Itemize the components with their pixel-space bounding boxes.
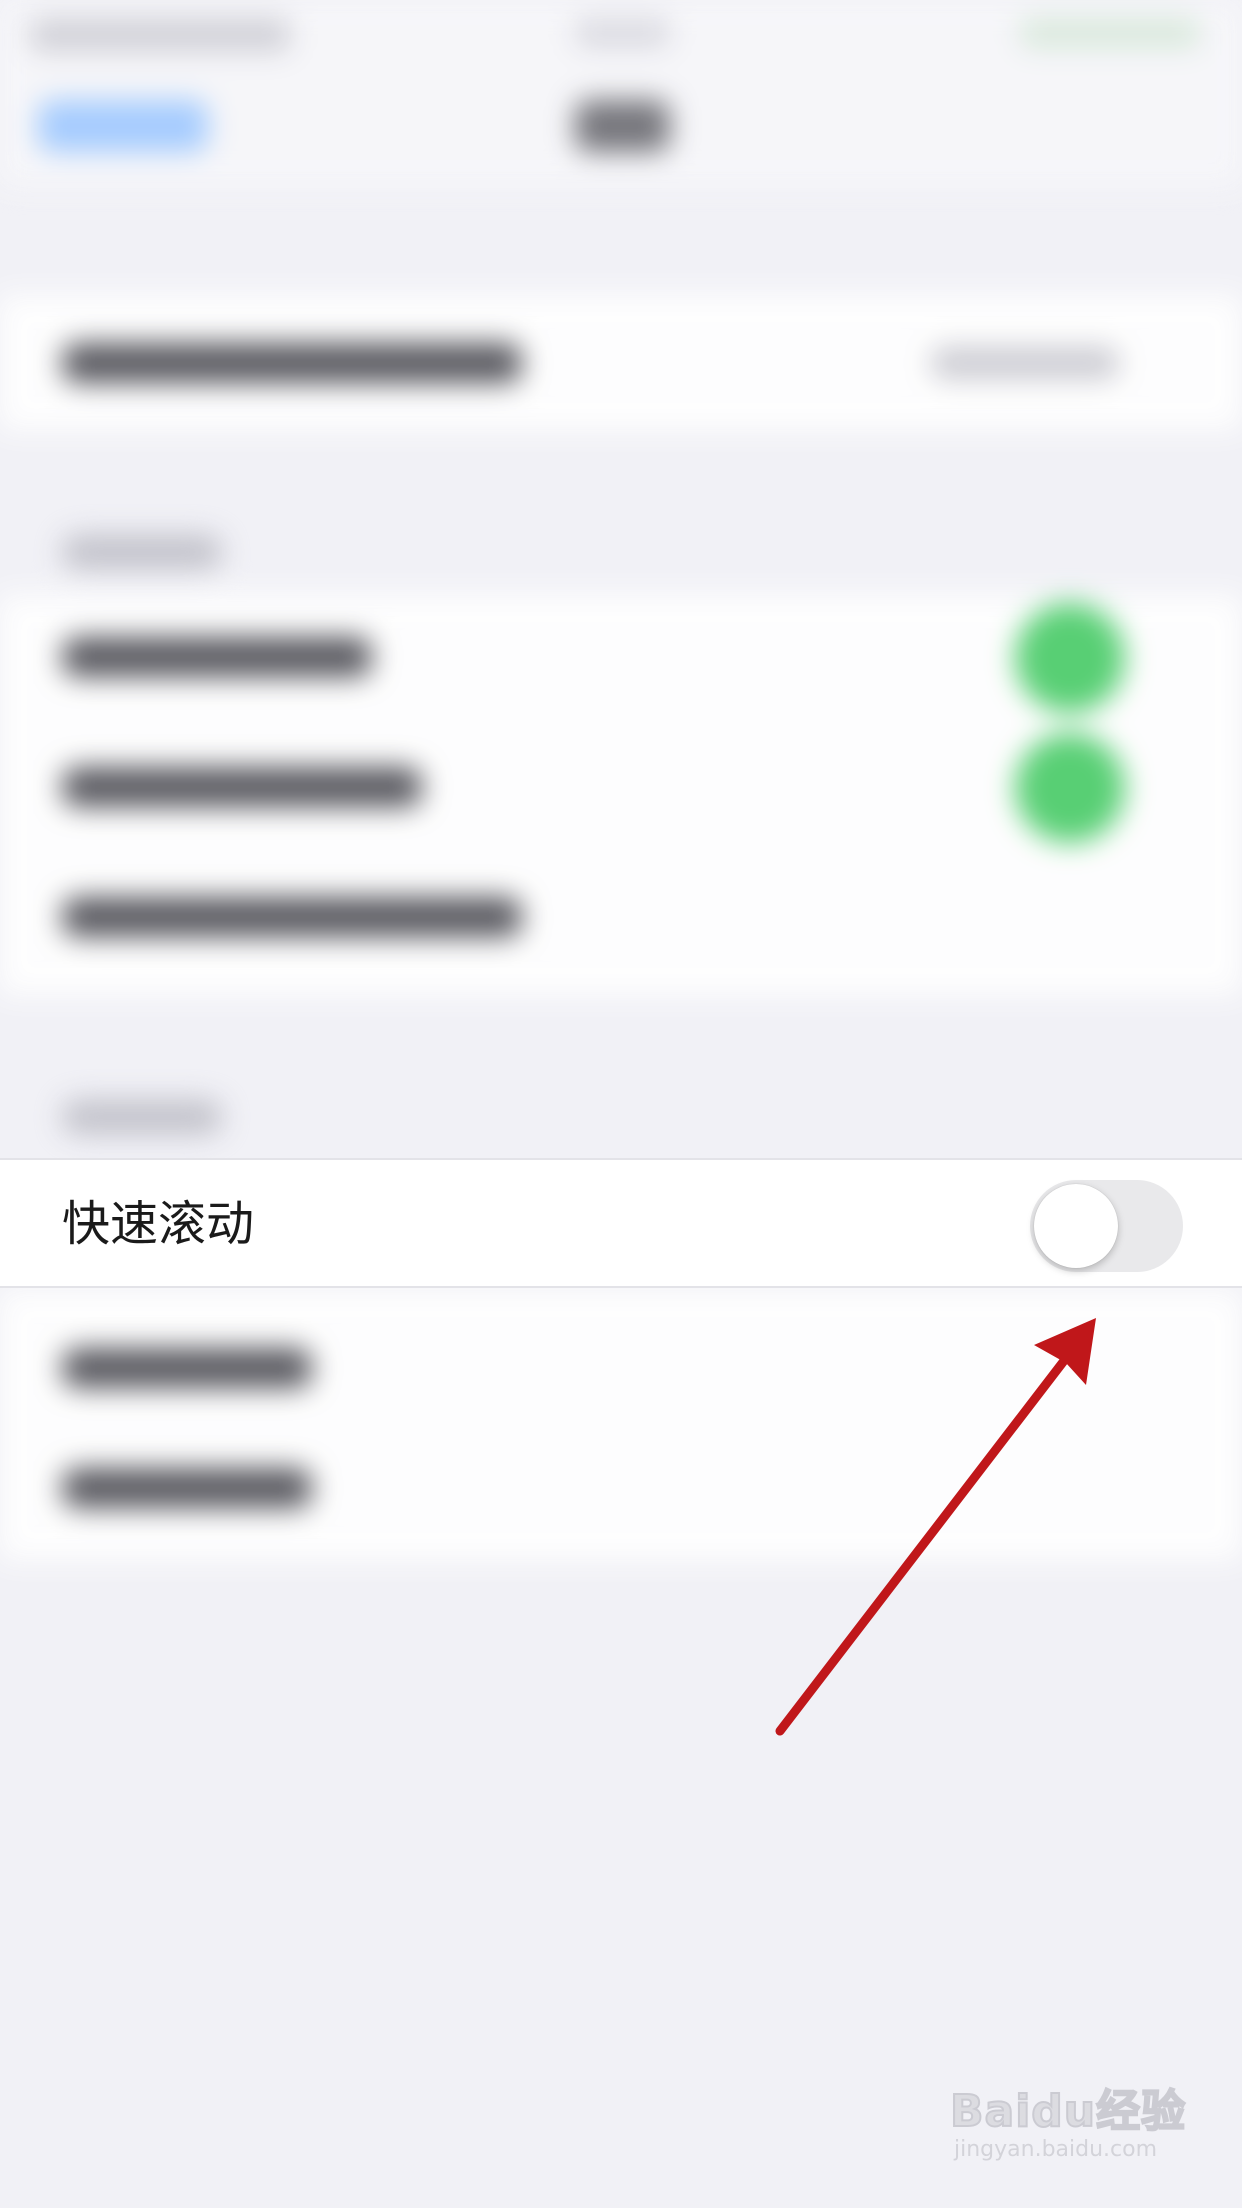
blurred-background — [0, 0, 1242, 2208]
nav-title — [575, 100, 670, 152]
settings-group-2 — [0, 595, 1242, 995]
fast-scroll-toggle[interactable] — [1030, 1180, 1183, 1272]
blurred-row-label — [62, 897, 522, 937]
blurred-section-header — [62, 1100, 222, 1134]
status-bar-time — [575, 18, 670, 48]
watermark-url: jingyan.baidu.com — [954, 2137, 1158, 2162]
blurred-row-label — [62, 343, 522, 383]
blurred-row-label — [62, 767, 422, 807]
toggle-knob — [1034, 1184, 1118, 1268]
fast-scroll-row[interactable]: 快速滚动 — [0, 1158, 1242, 1288]
blurred-toggle-on[interactable] — [1015, 603, 1125, 713]
blurred-toggle-on[interactable] — [1015, 733, 1125, 843]
watermark-logo: Baidu经验 — [949, 2085, 1187, 2138]
baidu-jingyan-watermark: Baidu经验 jingyan.baidu.com — [949, 2075, 1190, 2175]
blurred-row-label — [62, 637, 372, 677]
settings-group-3 — [0, 1290, 1242, 1560]
settings-group-1 — [0, 295, 1242, 430]
blurred-row-label — [62, 1468, 312, 1508]
status-bar-right — [1020, 18, 1200, 48]
blurred-row-label — [62, 1348, 312, 1388]
fast-scroll-label: 快速滚动 — [62, 1196, 255, 1252]
blurred-section-header — [62, 535, 222, 569]
settings-screen: 快速滚动 Baidu经验 jingyan.baidu.com — [0, 0, 1242, 2208]
blurred-row-value — [930, 347, 1120, 379]
back-button[interactable] — [38, 100, 208, 152]
status-bar-left — [30, 18, 290, 52]
